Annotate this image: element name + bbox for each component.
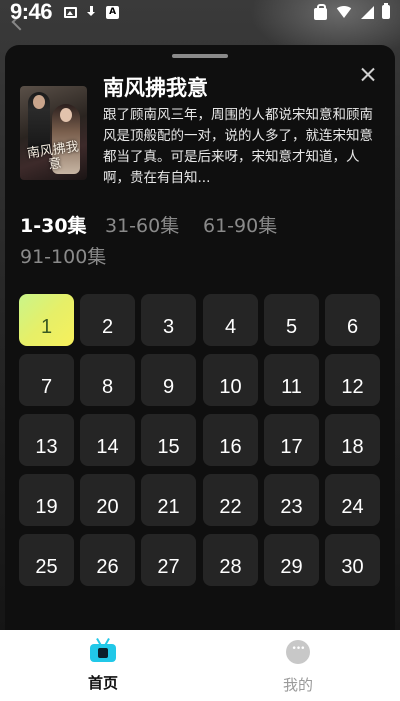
episode-number: 27 — [157, 556, 180, 578]
download-icon — [86, 5, 97, 19]
tv-icon — [90, 638, 116, 662]
episode-tile-22[interactable]: 22 — [203, 474, 258, 526]
episode-tile-20[interactable]: 20 — [80, 474, 135, 526]
range-tab-1-30[interactable]: 1-30集 — [20, 211, 87, 238]
episode-tile-6[interactable]: 6 — [325, 294, 380, 346]
episode-tile-7[interactable]: 7 — [19, 354, 74, 406]
app-a-icon: A — [106, 5, 120, 19]
wifi-icon — [335, 6, 353, 18]
range-tab-31-60[interactable]: 31-60集 — [105, 211, 179, 238]
episode-number: 13 — [35, 436, 58, 458]
shopping-bag-icon — [314, 3, 327, 20]
episode-tile-19[interactable]: 19 — [19, 474, 74, 526]
episode-number: 9 — [162, 376, 175, 398]
episode-number: 20 — [96, 496, 119, 518]
episode-tile-24[interactable]: 24 — [325, 474, 380, 526]
episode-number: 23 — [280, 496, 303, 518]
episode-tile-17[interactable]: 17 — [264, 414, 319, 466]
episode-number: 22 — [219, 496, 242, 518]
episode-tile-26[interactable]: 26 — [80, 534, 135, 586]
episode-number: 5 — [285, 316, 298, 338]
episode-sheet: 南风拂我意 南风拂我意 跟了顾南风三年，周围的人都说宋知意和顾南风是顶般配的一对… — [5, 45, 395, 633]
episode-number: 11 — [281, 376, 302, 398]
range-tab-91-100[interactable]: 91-100集 — [20, 242, 106, 269]
episode-number: 28 — [219, 556, 242, 578]
episode-number: 14 — [96, 436, 119, 458]
episode-tile-15[interactable]: 15 — [141, 414, 196, 466]
drama-cover[interactable]: 南风拂我意 — [20, 86, 87, 180]
nav-profile[interactable]: 我的 — [238, 638, 358, 695]
bottom-nav: 首页 我的 — [0, 630, 400, 701]
episode-number: 7 — [40, 376, 53, 398]
range-tab-61-90[interactable]: 61-90集 — [203, 211, 277, 238]
status-bar: 9:46 A — [0, 0, 400, 24]
drama-title: 南风拂我意 — [103, 76, 208, 100]
episode-tile-11[interactable]: 11 — [264, 354, 319, 406]
episode-number: 10 — [219, 376, 242, 398]
episode-number: 29 — [280, 556, 303, 578]
nav-home-label: 首页 — [87, 674, 118, 692]
episode-number: 1 — [40, 316, 53, 338]
episode-number: 26 — [96, 556, 119, 578]
episode-tile-23[interactable]: 23 — [264, 474, 319, 526]
episode-number: 2 — [101, 316, 114, 338]
episode-number: 12 — [341, 376, 364, 398]
status-system-icons — [314, 3, 390, 20]
episode-tile-2[interactable]: 2 — [80, 294, 135, 346]
battery-icon — [382, 3, 390, 19]
episode-tile-9[interactable]: 9 — [141, 354, 196, 406]
episode-number: 16 — [219, 436, 242, 458]
episode-tile-10[interactable]: 10 — [203, 354, 258, 406]
episode-tile-27[interactable]: 27 — [141, 534, 196, 586]
episode-number: 8 — [101, 376, 114, 398]
image-icon — [64, 6, 78, 18]
episode-tile-14[interactable]: 14 — [80, 414, 135, 466]
nav-home[interactable]: 首页 — [43, 638, 163, 693]
episode-tile-5[interactable]: 5 — [264, 294, 319, 346]
episode-number: 21 — [157, 496, 180, 518]
episode-tile-30[interactable]: 30 — [325, 534, 380, 586]
close-button[interactable] — [357, 64, 379, 86]
episode-tile-21[interactable]: 21 — [141, 474, 196, 526]
episode-tile-29[interactable]: 29 — [264, 534, 319, 586]
episode-tile-25[interactable]: 25 — [19, 534, 74, 586]
episode-number: 19 — [35, 496, 58, 518]
cover-face-female — [60, 108, 72, 122]
profile-icon — [286, 640, 310, 664]
episode-tile-1[interactable]: 1 — [19, 294, 74, 346]
episode-number: 25 — [35, 556, 58, 578]
drag-handle[interactable] — [172, 54, 228, 58]
episode-tile-16[interactable]: 16 — [203, 414, 258, 466]
episode-tile-13[interactable]: 13 — [19, 414, 74, 466]
episode-number: 18 — [341, 436, 364, 458]
nav-profile-label: 我的 — [282, 676, 313, 694]
episode-number: 17 — [280, 436, 303, 458]
episode-tile-3[interactable]: 3 — [141, 294, 196, 346]
episode-number: 30 — [341, 556, 364, 578]
episode-number: 6 — [346, 316, 359, 338]
episode-tile-28[interactable]: 28 — [203, 534, 258, 586]
episode-number: 3 — [162, 316, 175, 338]
episode-number: 4 — [224, 316, 237, 338]
episode-tile-12[interactable]: 12 — [325, 354, 380, 406]
drama-description: 跟了顾南风三年，周围的人都说宋知意和顾南风是顶般配的一对，说的人多了，就连宋知意… — [103, 107, 373, 186]
episode-tile-4[interactable]: 4 — [203, 294, 258, 346]
episode-tile-8[interactable]: 8 — [80, 354, 135, 406]
status-notification-icons: A — [64, 5, 120, 19]
episode-number: 24 — [341, 496, 364, 518]
episode-number: 15 — [157, 436, 180, 458]
signal-icon — [361, 5, 374, 19]
cover-face-male — [33, 95, 45, 109]
episode-tile-18[interactable]: 18 — [325, 414, 380, 466]
status-time: 9:46 — [10, 0, 53, 24]
